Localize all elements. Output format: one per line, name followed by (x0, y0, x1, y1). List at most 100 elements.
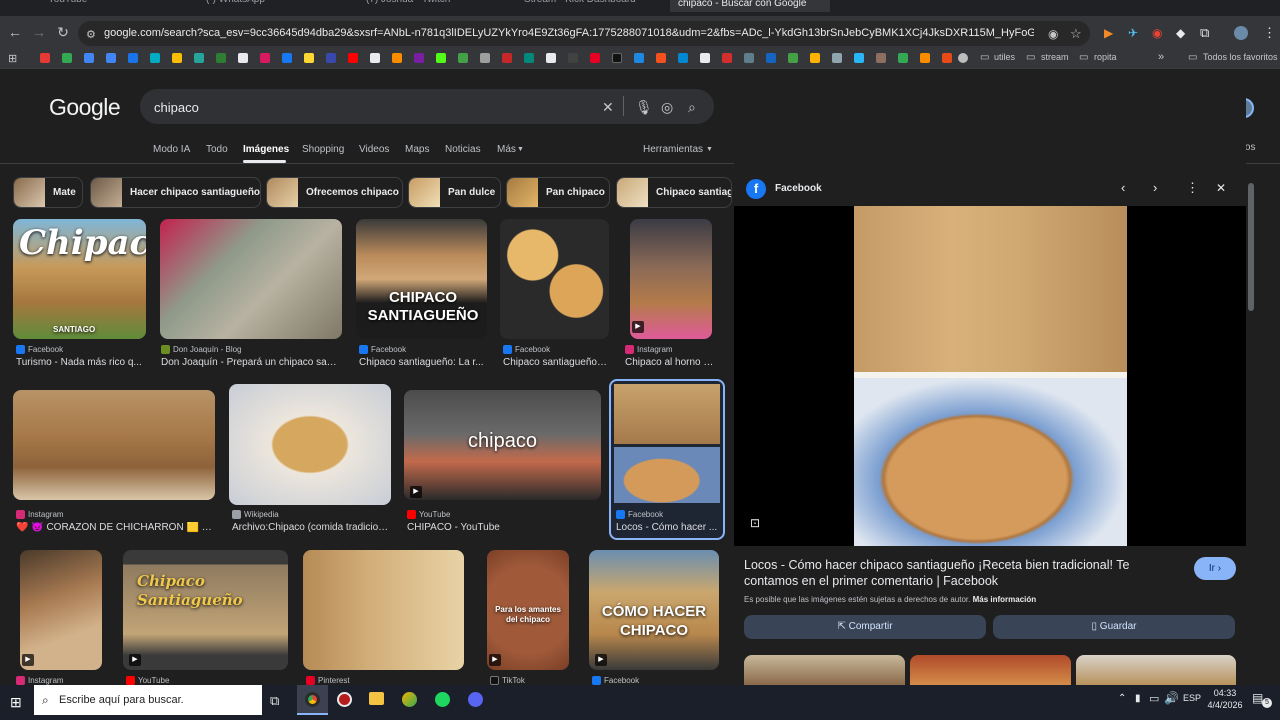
result-image[interactable] (229, 384, 391, 505)
taskbar-search-input[interactable]: Escribe aquí para buscar. (59, 694, 184, 706)
url-text[interactable]: google.com/search?sca_esv=9cc36645d94dba… (104, 27, 1034, 39)
bookmark-icon[interactable] (40, 53, 50, 63)
panel-title[interactable]: Locos - Cómo hacer chipaco santiagueño ¡… (744, 557, 1184, 589)
chip-pan-chipaco[interactable]: Pan chipaco (506, 177, 610, 208)
chrome-taskbar-button[interactable] (297, 685, 328, 715)
tab-mas[interactable]: Más (497, 144, 516, 155)
panel-source[interactable]: Facebook (775, 183, 822, 194)
tab-whatsapp[interactable]: (·) WhatsApp (206, 0, 265, 12)
tab-kick[interactable]: Stream - Kick Dashboard (524, 0, 636, 12)
bookmark-icon[interactable] (766, 53, 776, 63)
language-indicator[interactable]: ESP (1183, 693, 1201, 703)
bookmark-icon[interactable] (84, 53, 94, 63)
bookmark-icon[interactable] (568, 53, 578, 63)
tab-shopping[interactable]: Shopping (302, 144, 344, 155)
facebook-bookmark-icon[interactable] (282, 53, 292, 63)
related-image[interactable] (744, 655, 905, 685)
chip-mate[interactable]: Mate (13, 177, 83, 208)
back-icon[interactable]: ← (6, 24, 24, 40)
bookmark-icon[interactable] (854, 53, 864, 63)
bookmark-icon[interactable] (172, 53, 182, 63)
chip-pan-dulce[interactable]: Pan dulce (408, 177, 501, 208)
bookmark-icon[interactable] (700, 53, 710, 63)
chip-ofrecemos[interactable]: Ofrecemos chipaco (266, 177, 403, 208)
bookmark-folder-stream[interactable]: stream (1041, 52, 1069, 62)
tray-chevron-icon[interactable]: ⌃ (1118, 693, 1126, 704)
spotify-icon[interactable] (435, 692, 450, 707)
result-title[interactable]: ❤️ 😈 CORAZÓN DE CHICHARRÓN 🟨 El ... (16, 522, 214, 533)
bookmark-icon[interactable] (502, 53, 512, 63)
result-title[interactable]: Turismo - Nada más rico q... (16, 357, 144, 368)
result-title[interactable]: Don Joaquín - Prepará un chipaco sant... (161, 357, 341, 368)
result-title[interactable]: Archivo:Chipaco (comida tradicion... (232, 522, 390, 533)
search-icon[interactable]: ⌕ (688, 99, 696, 116)
bookmark-icon[interactable] (194, 53, 204, 63)
save-button[interactable]: ▯ Guardar (993, 615, 1235, 639)
bookmark-icon[interactable] (920, 53, 930, 63)
chevron-right-icon[interactable]: » (1158, 51, 1164, 63)
network-icon[interactable]: ▭ (1149, 692, 1159, 705)
bookmark-icon[interactable] (106, 53, 116, 63)
browser-menu-icon[interactable]: ⋮ (1263, 25, 1276, 41)
windows-start-icon[interactable]: ⊞ (10, 694, 22, 711)
related-image[interactable] (1076, 655, 1236, 685)
result-image[interactable]: ▶ (630, 219, 712, 339)
bookmark-icon[interactable] (62, 53, 72, 63)
kick-bookmark-icon[interactable] (436, 53, 446, 63)
preview-image[interactable] (854, 206, 1127, 546)
share-button[interactable]: ⇱ Compartir (744, 615, 986, 639)
clock-date[interactable]: 4/4/2026 (1203, 700, 1247, 710)
google-logo[interactable]: Google (49, 94, 121, 121)
bookmark-icon[interactable] (656, 53, 666, 63)
tab-youtube[interactable]: YouTube (48, 0, 87, 12)
bookmark-icon[interactable] (524, 53, 534, 63)
chip-chipaco-santiagueno[interactable]: Chipaco santiagueño (616, 177, 732, 208)
bookmark-icon[interactable] (876, 53, 886, 63)
clock-time[interactable]: 04:33 (1207, 688, 1243, 698)
result-image[interactable]: CÓMO HACER CHIPACO ▶ (589, 550, 719, 670)
chip-hacer-chipaco[interactable]: Hacer chipaco santiagueño (90, 177, 261, 208)
tab-maps[interactable]: Maps (405, 144, 429, 155)
tab-todo[interactable]: Todo (206, 144, 228, 155)
mic-icon[interactable]: ▮ (1135, 693, 1141, 704)
tab-videos[interactable]: Videos (359, 144, 389, 155)
site-info-icon[interactable]: ⚙ (86, 28, 96, 41)
volume-icon[interactable]: 🔊 (1164, 691, 1179, 705)
tiktok-bookmark-icon[interactable] (612, 53, 622, 63)
obs-icon[interactable] (337, 692, 352, 707)
all-bookmarks[interactable]: Todos los favoritos (1203, 52, 1278, 62)
app-icon[interactable] (402, 692, 417, 707)
bookmark-icon[interactable] (810, 53, 820, 63)
bookmark-icon[interactable] (788, 53, 798, 63)
youtube-bookmark-icon[interactable] (348, 53, 358, 63)
mic-icon[interactable]: 🎙 (635, 99, 653, 116)
tab-google[interactable]: chipaco - Buscar con Google (670, 0, 830, 12)
bookmark-icon[interactable] (722, 53, 732, 63)
bookmark-icon[interactable] (832, 53, 842, 63)
result-image[interactable] (303, 550, 464, 670)
result-image[interactable] (13, 390, 215, 500)
pinterest-bookmark-icon[interactable] (590, 53, 600, 63)
apps-grid-icon[interactable]: ⊞ (8, 52, 17, 65)
bookmark-folder-ropita[interactable]: ropita (1094, 52, 1117, 62)
task-view-icon[interactable]: ⧉ (270, 693, 279, 709)
tab-twitch[interactable]: (7) Joshua - Twitch (366, 0, 450, 12)
close-icon[interactable]: ✕ (1216, 181, 1226, 195)
file-explorer-icon[interactable] (369, 692, 384, 705)
bookmark-icon[interactable] (634, 53, 644, 63)
bookmark-icon[interactable] (458, 53, 468, 63)
discord-icon[interactable] (468, 692, 483, 707)
bookmark-folder-utiles[interactable]: utiles (994, 52, 1015, 62)
bookmark-icon[interactable] (546, 53, 556, 63)
result-image[interactable]: Para los amantes del chipaco ▶ (487, 550, 569, 670)
extension-diamond-icon[interactable]: ◆ (1176, 26, 1185, 40)
result-title[interactable]: Chipaco santiagueño: La r... (359, 357, 484, 368)
x-bookmark-icon[interactable] (238, 53, 248, 63)
bookmark-icon[interactable] (942, 53, 952, 63)
extension-record-icon[interactable]: ◉ (1152, 26, 1162, 40)
related-image[interactable] (910, 655, 1071, 685)
next-icon[interactable]: › (1153, 180, 1157, 195)
forward-icon[interactable]: → (30, 24, 48, 40)
result-title[interactable]: Locos - Cómo hacer ... (616, 522, 719, 533)
bookmark-icon[interactable] (480, 53, 490, 63)
